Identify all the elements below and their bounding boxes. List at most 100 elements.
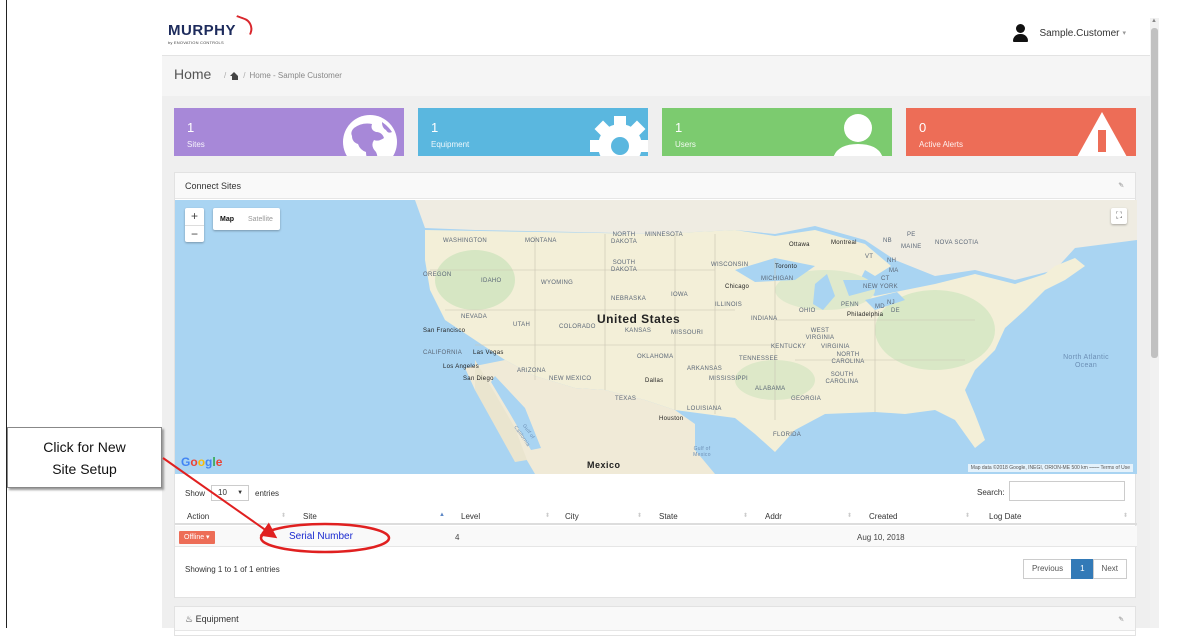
map-label: ILLINOIS bbox=[715, 302, 743, 308]
previous-page-button[interactable]: Previous bbox=[1022, 559, 1073, 579]
map-label: CALIFORNIA bbox=[423, 350, 463, 356]
logo-subtitle: by ENOVATION CONTROLS bbox=[168, 40, 224, 45]
pagination: Previous 1 Next bbox=[1022, 559, 1127, 579]
tile-sites[interactable]: 1 Sites bbox=[174, 108, 404, 156]
map-label: MD bbox=[875, 304, 885, 310]
map-label: ARKANSAS bbox=[687, 366, 723, 372]
map-label: OKLAHOMA bbox=[637, 354, 674, 360]
breadcrumb-separator: / bbox=[224, 71, 227, 80]
map-label: MINNESOTA bbox=[645, 232, 683, 238]
tile-label: Equipment bbox=[431, 140, 470, 149]
page-size-control: Show 10 ▼ entries bbox=[185, 485, 279, 501]
column-header-site[interactable]: Site bbox=[303, 512, 317, 521]
sort-icon: ⬍ bbox=[281, 513, 287, 519]
callout-line-2: Site Setup bbox=[52, 461, 117, 477]
search-input[interactable] bbox=[1009, 481, 1125, 501]
equipment-panel: ♨ Equipment ✒ bbox=[174, 606, 1136, 636]
map-label-city: Ottawa bbox=[789, 242, 810, 248]
column-header-city[interactable]: City bbox=[565, 512, 579, 521]
tile-active-alerts[interactable]: 0 Active Alerts bbox=[906, 108, 1136, 156]
pin-icon[interactable]: ✒ bbox=[1115, 613, 1127, 626]
sort-icon: ⬍ bbox=[545, 513, 551, 519]
column-header-addr[interactable]: Addr bbox=[765, 512, 782, 521]
table-header: Action ⬍ Site ▲ Level ⬍ City ⬍ State ⬍ A… bbox=[175, 507, 1137, 525]
page-size-value: 10 bbox=[218, 488, 227, 497]
map-label-city: Montreal bbox=[831, 240, 857, 246]
scroll-up-icon[interactable]: ▲ bbox=[1151, 18, 1157, 24]
map-label: NJ bbox=[887, 300, 895, 306]
tile-users[interactable]: 1 Users bbox=[662, 108, 892, 156]
site-link[interactable]: Serial Number bbox=[289, 531, 353, 542]
connect-sites-panel: Connect Sites ✒ WASHINGTON MONTANA NORTH… bbox=[174, 172, 1137, 598]
map-label-country: United States bbox=[597, 312, 681, 326]
map-land bbox=[415, 200, 1137, 474]
map-label: WYOMING bbox=[541, 280, 574, 286]
map-label: NORTH DAKOTA bbox=[610, 232, 638, 245]
cell-created: Aug 10, 2018 bbox=[857, 533, 905, 542]
tile-label: Users bbox=[675, 140, 696, 149]
map-attribution[interactable]: Map data ©2018 Google, INEGI, ORION-ME 5… bbox=[967, 464, 1133, 472]
table-info: Showing 1 to 1 of 1 entries bbox=[185, 565, 280, 574]
tile-count: 1 bbox=[187, 120, 195, 135]
panel-title: ♨ Equipment bbox=[185, 614, 239, 625]
user-icon bbox=[1013, 24, 1029, 42]
caret-down-icon: ▾ bbox=[1122, 30, 1126, 37]
next-page-button[interactable]: Next bbox=[1092, 559, 1127, 579]
column-header-level[interactable]: Level bbox=[461, 512, 480, 521]
scrollbar-thumb[interactable] bbox=[1151, 28, 1158, 358]
map-label: NEVADA bbox=[461, 314, 488, 320]
map-label: NB bbox=[883, 238, 892, 244]
home-icon[interactable] bbox=[230, 71, 239, 80]
map-label: IOWA bbox=[671, 292, 688, 298]
map-label: PE bbox=[907, 232, 916, 238]
zoom-out-button[interactable]: − bbox=[185, 226, 204, 243]
column-header-state[interactable]: State bbox=[659, 512, 678, 521]
gear-icon bbox=[590, 116, 648, 156]
murphy-logo[interactable]: MURPHY by ENOVATION CONTROLS bbox=[168, 15, 256, 45]
callout-line-1: Click for New bbox=[43, 439, 126, 455]
breadcrumb-bar: Home / / Home - Sample Customer bbox=[162, 56, 1150, 96]
map-label: OREGON bbox=[423, 272, 452, 278]
breadcrumb: / / Home - Sample Customer bbox=[220, 71, 342, 80]
map-type-map-button[interactable]: Map bbox=[213, 216, 241, 223]
map-label: SOUTH CAROLINA bbox=[825, 372, 859, 385]
user-menu[interactable]: Sample.Customer ▾ bbox=[1013, 24, 1126, 42]
map-label: DE bbox=[891, 308, 900, 314]
map-label: MONTANA bbox=[525, 238, 557, 244]
map-label: TENNESSEE bbox=[739, 356, 779, 362]
column-header-log-date[interactable]: Log Date bbox=[989, 512, 1021, 521]
map-label: MICHIGAN bbox=[761, 276, 794, 282]
map-label-city: Chicago bbox=[725, 284, 750, 290]
map-label: WASHINGTON bbox=[443, 238, 488, 244]
sort-icon: ⬍ bbox=[743, 513, 749, 519]
map-type-satellite-button[interactable]: Satellite bbox=[241, 216, 280, 223]
page-1-button[interactable]: 1 bbox=[1071, 559, 1094, 579]
annotation-callout: Click for New Site Setup bbox=[7, 427, 162, 488]
cell-level: 4 bbox=[455, 533, 460, 542]
offline-status-button[interactable]: Offline ▾ bbox=[179, 531, 215, 544]
panel-header: Connect Sites ✒ bbox=[175, 173, 1135, 199]
fullscreen-icon[interactable]: ⛶ bbox=[1111, 208, 1127, 224]
pin-icon[interactable]: ✒ bbox=[1115, 179, 1127, 192]
globe-icon bbox=[343, 115, 397, 156]
tile-equipment[interactable]: 1 Equipment bbox=[418, 108, 648, 156]
map-label: IDAHO bbox=[481, 278, 502, 284]
map-label: VIRGINIA bbox=[821, 344, 850, 350]
page-size-select[interactable]: 10 ▼ bbox=[211, 485, 250, 501]
map-label-country: Mexico bbox=[587, 460, 621, 470]
map-label: CT bbox=[881, 276, 890, 282]
sites-map[interactable]: WASHINGTON MONTANA NORTH DAKOTA MINNESOT… bbox=[175, 200, 1137, 474]
map-label: NH bbox=[887, 258, 897, 264]
logo-text: MURPHY bbox=[168, 22, 237, 39]
column-header-action[interactable]: Action bbox=[187, 512, 209, 521]
map-label: NORTH CAROLINA bbox=[831, 352, 865, 365]
zoom-control: + − bbox=[185, 208, 204, 242]
table-controls: Show 10 ▼ entries Search: bbox=[175, 479, 1137, 501]
zoom-in-button[interactable]: + bbox=[185, 208, 204, 225]
warning-icon bbox=[1077, 112, 1127, 156]
user-name: Sample.Customer bbox=[1039, 27, 1120, 39]
map-label-city: Las Vegas bbox=[473, 350, 504, 356]
entries-label: entries bbox=[255, 488, 280, 498]
search-label: Search: bbox=[977, 488, 1005, 497]
column-header-created[interactable]: Created bbox=[869, 512, 897, 521]
